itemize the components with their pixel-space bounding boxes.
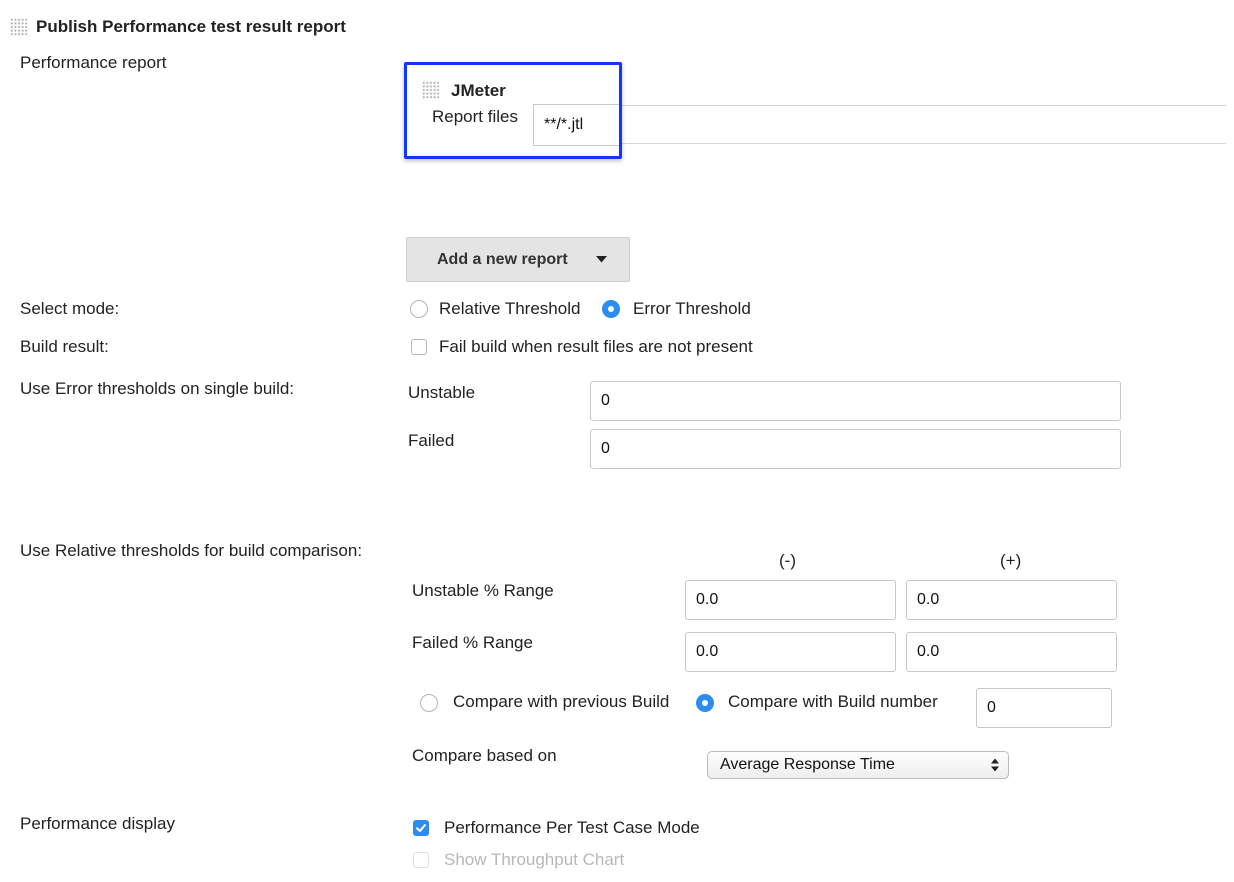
- fail-build-label: Fail build when result files are not pre…: [439, 337, 753, 356]
- unstable-range-label: Unstable % Range: [412, 581, 554, 600]
- fail-build-checkbox[interactable]: [411, 339, 427, 355]
- relative-thresholds-label: Use Relative thresholds for build compar…: [20, 541, 363, 560]
- failed-range-label: Failed % Range: [412, 633, 533, 652]
- relative-threshold-label: Relative Threshold: [439, 299, 581, 318]
- select-mode-label: Select mode:: [20, 299, 120, 318]
- report-files-label: Report files: [432, 107, 518, 126]
- per-test-case-mode-label: Performance Per Test Case Mode: [444, 818, 700, 837]
- per-test-case-mode-checkbox[interactable]: [413, 820, 429, 836]
- add-new-report-button[interactable]: Add a new report: [406, 237, 630, 282]
- unstable-minus-input[interactable]: 0.0: [685, 580, 896, 620]
- error-threshold-radio[interactable]: [602, 300, 620, 318]
- error-unstable-input[interactable]: 0: [590, 381, 1121, 421]
- performance-display-label: Performance display: [20, 814, 175, 833]
- compare-based-on-label: Compare based on: [412, 746, 557, 765]
- plus-column-header: (+): [1000, 551, 1022, 570]
- show-throughput-chart-label: Show Throughput Chart: [444, 850, 625, 869]
- jmeter-reporter-highlight: JMeter Report files **/*.jtl: [404, 62, 622, 159]
- failed-plus-input[interactable]: 0.0: [906, 632, 1117, 672]
- add-new-report-label: Add a new report: [437, 250, 568, 268]
- unstable-label: Unstable: [408, 383, 476, 402]
- compare-previous-build-label: Compare with previous Build: [453, 692, 670, 711]
- report-files-input[interactable]: **/*.jtl: [533, 104, 619, 146]
- build-number-input[interactable]: 0: [976, 688, 1112, 728]
- compare-based-on-select[interactable]: Average Response Time: [707, 751, 1009, 779]
- minus-column-header: (-): [779, 551, 796, 570]
- unstable-plus-input[interactable]: 0.0: [906, 580, 1117, 620]
- jmeter-title: JMeter: [451, 81, 506, 100]
- error-threshold-label: Error Threshold: [633, 299, 751, 318]
- compare-previous-build-radio[interactable]: [420, 694, 438, 712]
- jmeter-drag-handle-icon[interactable]: [422, 81, 440, 99]
- compare-build-number-label: Compare with Build number: [728, 692, 938, 711]
- caret-down-icon: [595, 256, 607, 263]
- performance-report-label: Performance report: [20, 53, 167, 72]
- build-result-label: Build result:: [20, 337, 109, 356]
- drag-handle-icon[interactable]: [10, 18, 28, 36]
- checkmark-icon: [416, 824, 426, 832]
- failed-minus-input[interactable]: 0.0: [685, 632, 896, 672]
- error-thresholds-label: Use Error thresholds on single build:: [20, 379, 295, 398]
- select-arrows-icon: [991, 758, 999, 772]
- relative-threshold-radio[interactable]: [410, 300, 428, 318]
- show-throughput-chart-checkbox[interactable]: [413, 852, 429, 868]
- failed-label: Failed: [408, 431, 455, 450]
- compare-based-on-value: Average Response Time: [720, 756, 895, 773]
- error-failed-input[interactable]: 0: [590, 429, 1121, 469]
- section-title: Publish Performance test result report: [36, 17, 346, 36]
- compare-build-number-radio[interactable]: [696, 694, 714, 712]
